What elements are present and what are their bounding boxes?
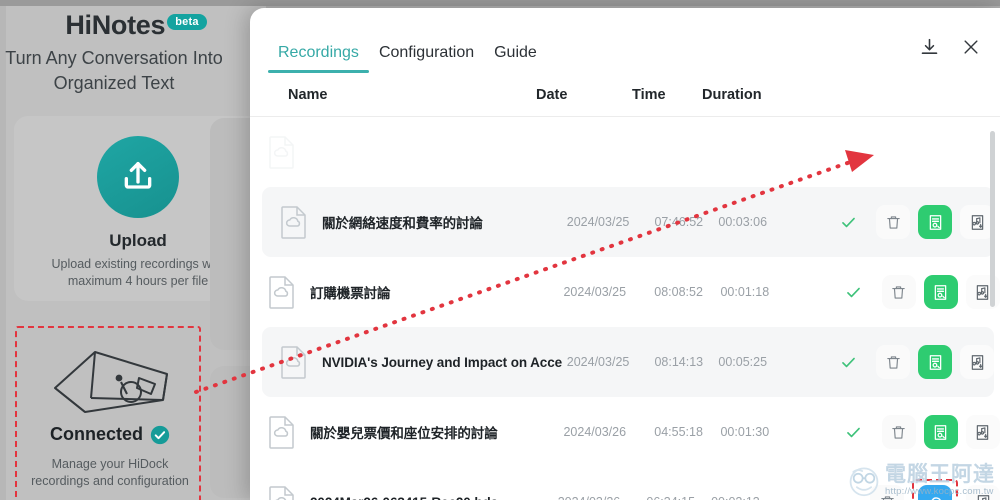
row-date: 2024/03/25 bbox=[566, 355, 630, 369]
device-status-row: Connected bbox=[17, 424, 203, 445]
cloud-file-icon bbox=[269, 136, 294, 169]
download-all-icon[interactable] bbox=[916, 34, 942, 60]
app-brand-name: HiNotes bbox=[65, 10, 166, 40]
device-status-label: Connected bbox=[49, 424, 143, 444]
sync-check-icon bbox=[847, 427, 861, 437]
row-time: 07:46:52 bbox=[654, 215, 704, 229]
scrollbar-thumb[interactable] bbox=[990, 131, 995, 307]
transcript-search-icon bbox=[929, 354, 941, 370]
modal-header-actions bbox=[916, 34, 984, 60]
hidock-modal: Recordings Configuration Guide Name Date… bbox=[250, 8, 1000, 500]
cloud-file-icon bbox=[281, 206, 306, 239]
row-actions bbox=[834, 415, 1000, 449]
delete-icon bbox=[886, 215, 900, 229]
watermark: 電腦王阿達 http://www.kocpc.com.tw bbox=[846, 463, 995, 497]
app-brand-badge: beta bbox=[167, 14, 207, 30]
watermark-face-icon bbox=[849, 467, 879, 497]
app-brand: HiNotes beta bbox=[6, 10, 266, 41]
device-card-highlight[interactable]: Connected Manage your HiDock recordings … bbox=[15, 326, 201, 500]
close-icon[interactable] bbox=[958, 34, 984, 60]
table-row[interactable] bbox=[250, 117, 1000, 187]
delete-icon bbox=[892, 285, 906, 299]
row-date: 2024/03/26 bbox=[563, 425, 627, 439]
delete-button[interactable] bbox=[881, 415, 916, 449]
table-row[interactable]: 關於嬰兒票價和座位安排的討論 2024/03/26 04:55:18 00:01:30 bbox=[250, 397, 1000, 467]
column-header-duration: Duration bbox=[702, 86, 762, 103]
row-name: 訂購機票討論 bbox=[310, 286, 391, 301]
row-time: 08:14:13 bbox=[654, 355, 704, 369]
row-actions bbox=[828, 205, 995, 239]
audio-download-icon bbox=[971, 354, 983, 370]
delete-icon bbox=[892, 425, 906, 439]
row-time: 06:34:15 bbox=[646, 495, 711, 500]
tab-configuration[interactable]: Configuration bbox=[369, 45, 484, 73]
sync-check-icon bbox=[841, 357, 855, 367]
row-date: 2024/03/25 bbox=[566, 215, 630, 229]
device-card-subtitle: Manage your HiDock recordings and config… bbox=[31, 457, 189, 488]
transcript-search-icon bbox=[935, 424, 947, 440]
row-duration: 00:01:18 bbox=[720, 285, 770, 299]
row-date: 2024/03/26 bbox=[558, 495, 647, 500]
row-name: 關於嬰兒票價和座位安排的討論 bbox=[310, 426, 498, 441]
modal-tabs: Recordings Configuration Guide bbox=[268, 8, 547, 73]
transcript-search-icon bbox=[929, 214, 941, 230]
row-duration: 00:05:25 bbox=[718, 355, 768, 369]
row-duration: 00:01:30 bbox=[720, 425, 770, 439]
delete-button[interactable] bbox=[876, 345, 911, 379]
table-row[interactable]: 關於網絡速度和費率的討論 2024/03/25 07:46:52 00:03:06 bbox=[262, 187, 995, 257]
row-name: NVIDIA's Journey and Impact on Acce bbox=[322, 354, 563, 370]
modal-header: Recordings Configuration Guide bbox=[250, 8, 1000, 73]
hidock-device-icon bbox=[54, 351, 168, 413]
transcript-search-button[interactable] bbox=[923, 415, 958, 449]
scrollbar[interactable] bbox=[990, 125, 995, 500]
recordings-table-body[interactable]: 關於網絡速度和費率的討論 2024/03/25 07:46:52 00:03:06 訂購… bbox=[250, 117, 1000, 500]
watermark-url: http://www.kocpc.com.tw bbox=[885, 485, 994, 497]
tab-recordings[interactable]: Recordings bbox=[268, 45, 369, 73]
transcript-search-icon bbox=[935, 284, 947, 300]
transcript-search-button[interactable] bbox=[918, 345, 953, 379]
watermark-text: 電腦王阿達 http://www.kocpc.com.tw bbox=[885, 464, 995, 497]
column-header-date: Date bbox=[536, 86, 568, 103]
check-circle-icon bbox=[150, 425, 170, 444]
audio-download-button[interactable] bbox=[960, 345, 995, 379]
app-tagline: Turn Any Conversation Into Organized Tex… bbox=[5, 48, 223, 93]
delete-button[interactable] bbox=[881, 275, 916, 309]
row-time: 08:08:52 bbox=[654, 285, 703, 299]
delete-icon bbox=[886, 355, 900, 369]
delete-button[interactable] bbox=[876, 205, 911, 239]
recordings-table-header: Name Date Time Duration bbox=[250, 73, 1000, 117]
cloud-file-icon bbox=[269, 486, 294, 500]
row-duration: 00:02:13 bbox=[711, 495, 822, 500]
tab-guide[interactable]: Guide bbox=[484, 45, 547, 73]
column-header-time: Time bbox=[632, 86, 666, 103]
row-sync-status bbox=[828, 213, 868, 232]
row-name: 2024Mar26-063415-Rec20.hda bbox=[310, 495, 558, 500]
row-actions bbox=[834, 275, 1000, 309]
transcript-search-button[interactable] bbox=[923, 275, 958, 309]
sync-check-icon bbox=[841, 217, 855, 227]
watermark-site-name: 電腦王阿達 bbox=[885, 462, 995, 486]
audio-download-icon bbox=[971, 214, 983, 230]
cloud-file-icon bbox=[269, 416, 294, 449]
cloud-file-icon bbox=[281, 346, 306, 379]
audio-download-button[interactable] bbox=[960, 205, 995, 239]
row-time: 04:55:18 bbox=[654, 425, 703, 439]
cloud-file-icon bbox=[269, 276, 294, 309]
table-row[interactable]: NVIDIA's Journey and Impact on Acce 2024/… bbox=[262, 327, 995, 397]
row-sync-status bbox=[834, 423, 874, 442]
row-name: 關於網絡速度和費率的討論 bbox=[322, 216, 483, 231]
transcript-search-button[interactable] bbox=[918, 205, 953, 239]
row-sync-status bbox=[834, 283, 874, 302]
row-date: 2024/03/25 bbox=[563, 285, 627, 299]
upload-icon[interactable] bbox=[97, 136, 179, 218]
upload-card-subtitle: Upload existing recordings with maximum … bbox=[51, 257, 225, 288]
sync-check-icon bbox=[847, 287, 861, 297]
row-duration: 00:03:06 bbox=[718, 215, 768, 229]
row-actions bbox=[828, 345, 995, 379]
column-header-name: Name bbox=[288, 86, 328, 103]
table-row[interactable]: 訂購機票討論 2024/03/25 08:08:52 00:01:18 bbox=[250, 257, 1000, 327]
screenshot-root: HiNotes beta Turn Any Conversation Into … bbox=[0, 0, 1000, 500]
row-sync-status bbox=[828, 353, 868, 372]
